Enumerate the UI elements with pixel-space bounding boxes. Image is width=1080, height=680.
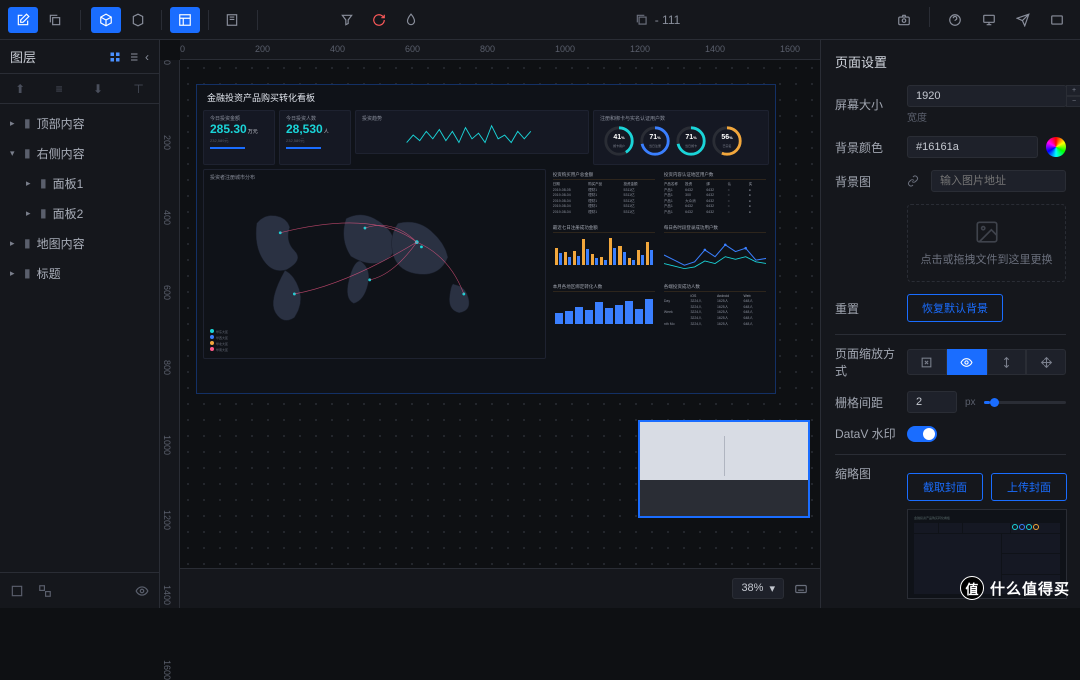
camera-icon[interactable] [889,7,919,33]
workspace: 02004006008001000120014001600 0200400600… [160,40,820,608]
bg-image-drop[interactable]: 点击或拖拽文件到这里更换 [907,204,1066,282]
align-top-icon[interactable]: ⬆ [15,82,25,96]
layer-tree: ▸▮顶部内容▾▮右侧内容▸▮面板1▸▮面板2▸▮地图内容▸▮标题 [0,104,159,572]
scale-mode-segment [907,349,1066,375]
panel-bar-7day: 最近七日注册成功金额 [550,222,658,278]
align-hcenter-icon[interactable]: ⊤ [133,82,143,96]
layer-item[interactable]: ▸▮标题 [0,258,159,288]
scale-eye-icon[interactable] [947,349,987,375]
upload-cover-button[interactable]: 上传封面 [991,473,1067,501]
width-dec[interactable]: − [1066,96,1080,107]
reset-bg-button[interactable]: 恢复默认背景 [907,294,1003,322]
align-vcenter-icon[interactable]: ≡ [56,82,63,96]
tool-layout[interactable] [170,7,200,33]
panel-invest-table: 投资购买用户总金额 日期购买产品投资金额2019-08-05理财15311亿20… [550,169,658,219]
fullscreen-icon[interactable] [1042,7,1072,33]
bottom-eye-icon[interactable] [135,584,149,598]
send-icon[interactable] [1008,7,1038,33]
world-map: 投资者注册城市分布 [203,169,546,359]
zoom-select[interactable]: 38%▾ [732,578,784,599]
tool-component[interactable] [91,7,121,33]
width-input[interactable] [907,85,1067,107]
tool-copy[interactable] [40,7,70,33]
document-title: - 111 [430,13,885,27]
tool-page[interactable] [217,7,247,33]
scale-v-icon[interactable] [987,349,1027,375]
bg-color-input[interactable] [907,136,1038,158]
panel-bar-month: 本月各地区绑定转化人数 [550,281,658,331]
settings-title: 页面设置 [835,52,1066,71]
tool-droplet[interactable] [396,7,426,33]
width-inc[interactable]: + [1066,85,1080,96]
bottom-layers-a-icon[interactable] [10,584,24,598]
site-watermark: 值 什么值得买 [960,576,1070,600]
layer-item[interactable]: ▸▮面板1 [0,168,159,198]
view-list-icon[interactable] [127,51,139,63]
layers-panel: 图层 ‹ ⬆ ≡ ⬇ ⊤ ▸▮顶部内容▾▮右侧内容▸▮面板1▸▮面板2▸▮地图内… [0,40,160,608]
gauges-card: 注册和绑卡与实名认证用户数 41%绑卡用户71%当日注册71%当日绑卡56%已实… [593,110,769,165]
layer-item[interactable]: ▾▮右侧内容 [0,138,159,168]
shortcuts-icon[interactable] [794,582,808,596]
image-icon [974,219,1000,245]
dashboard-artboard[interactable]: 金融投资产品购买转化看板 今日投资金额 285.30万元 232,589元 今日… [196,84,776,394]
color-picker-icon[interactable] [1046,137,1066,157]
canvas[interactable]: 金融投资产品购买转化看板 今日投资金额 285.30万元 232,589元 今日… [180,60,820,568]
grid-gap-slider[interactable] [984,401,1066,404]
panel-platform-table: 各端投资成功人数 iOSAndroidWebDay3224人1625人648人3… [661,281,769,331]
layer-item[interactable]: ▸▮地图内容 [0,228,159,258]
dashboard-title: 金融投资产品购买转化看板 [197,85,775,110]
align-bottom-icon[interactable]: ⬇ [93,82,103,96]
bg-image-input[interactable] [931,170,1066,192]
metric-card-users: 今日投资人数 28,530人 232,589元 [279,110,351,165]
tool-filter[interactable] [332,7,362,33]
minimap[interactable] [638,420,810,518]
ruler-vertical: 02004006008001000120014001600 [160,60,180,608]
watermark-toggle[interactable] [907,426,937,442]
panel-line-hourly: 每日各时段登录成功用户数 [661,222,769,278]
topbar: - 111 [0,0,1080,40]
tool-refresh[interactable] [364,7,394,33]
layers-title: 图层 [10,47,109,66]
scale-move-icon[interactable] [1026,349,1066,375]
view-grid-icon[interactable] [109,51,121,63]
page-settings-panel: 页面设置 屏幕大小 +− 宽度 +− 高度 背景颜色 背景图 点击或拖拽文件到这… [820,40,1080,608]
grid-gap-input[interactable] [907,391,957,413]
scale-fit-icon[interactable] [907,349,947,375]
help-icon[interactable] [940,7,970,33]
capture-cover-button[interactable]: 截取封面 [907,473,983,501]
bottom-layers-b-icon[interactable] [38,584,52,598]
monitor-icon[interactable] [974,7,1004,33]
metric-card-amount: 今日投资金额 285.30万元 232,589元 [203,110,275,165]
tool-edit[interactable] [8,7,38,33]
chevron-down-icon: ▾ [769,582,775,595]
layer-item[interactable]: ▸▮顶部内容 [0,108,159,138]
tool-box[interactable] [123,7,153,33]
panel-region-table: 投资内容认证地区用户数 产品名称投资绑认实产品164326432○●产品1300… [661,169,769,219]
ruler-horizontal: 02004006008001000120014001600 [180,40,820,60]
align-toolbar: ⬆ ≡ ⬇ ⊤ [0,74,159,104]
pages-icon [635,13,649,27]
trend-chart: 投资趋势 [355,110,589,154]
zoom-bar: 38%▾ [180,568,820,608]
collapse-panel-icon[interactable]: ‹ [145,50,149,64]
layer-item[interactable]: ▸▮面板2 [0,198,159,228]
link-icon [907,175,919,187]
